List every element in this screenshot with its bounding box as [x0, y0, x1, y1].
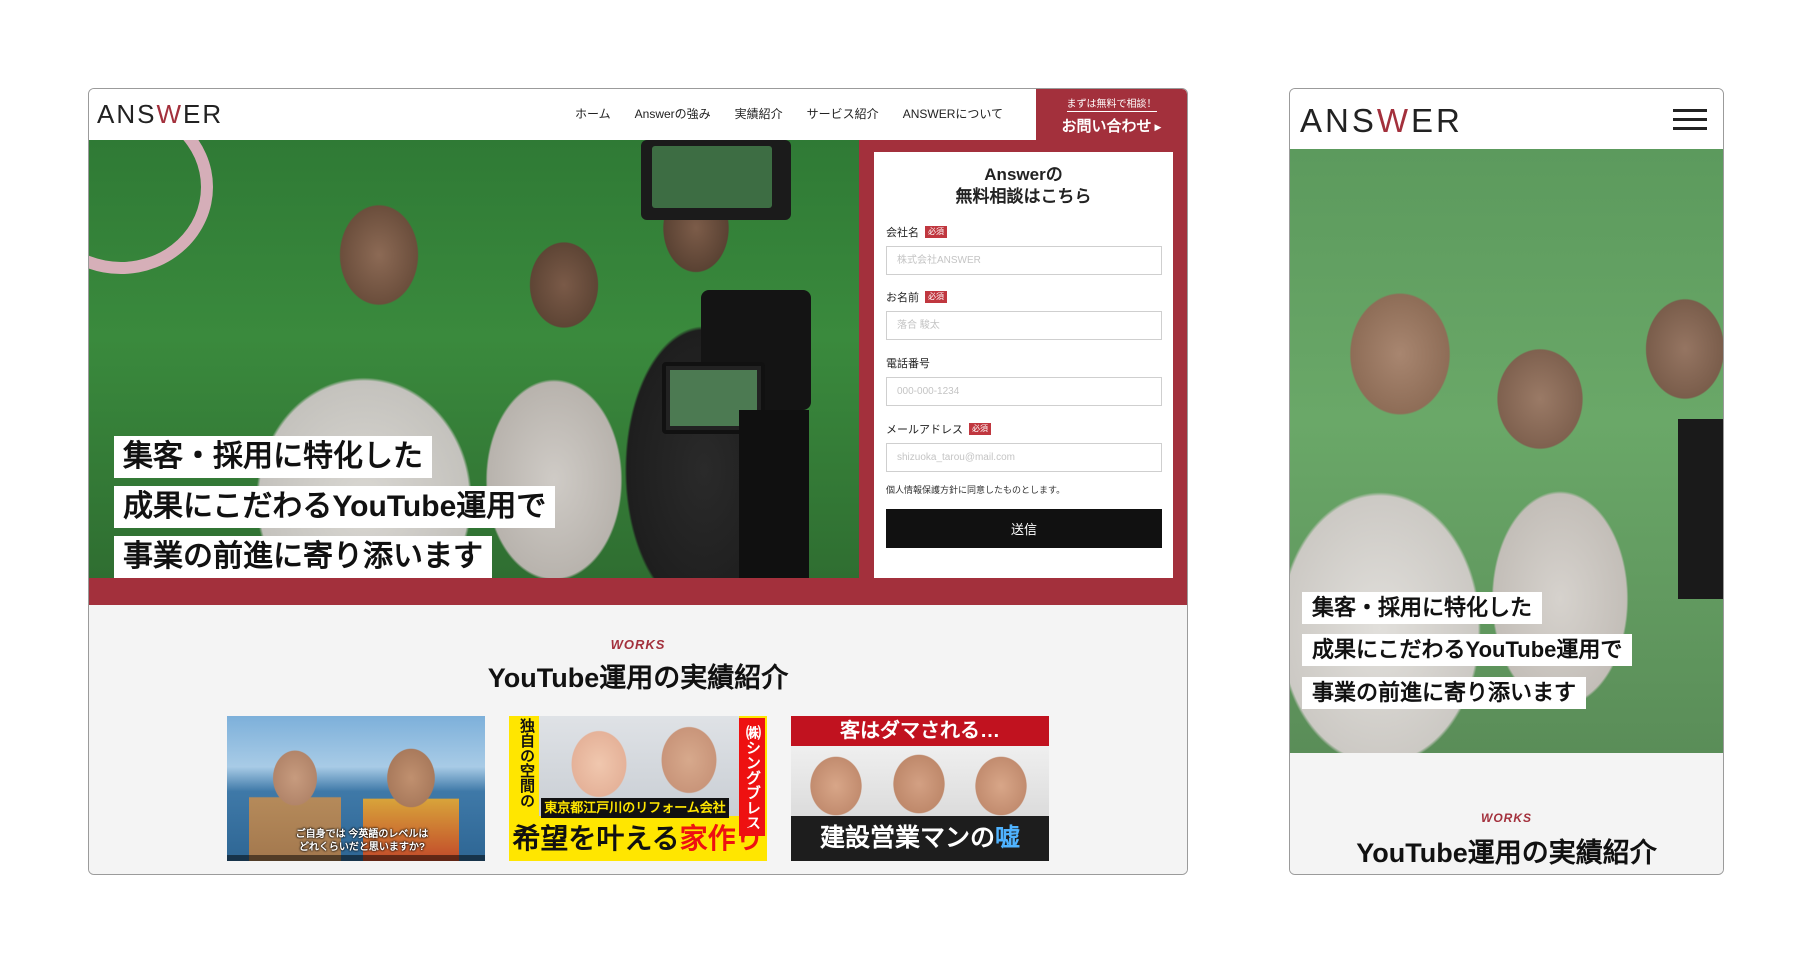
form-title-line2: 無料相談はこちら: [955, 187, 1092, 206]
contact-cta-button[interactable]: まずは無料で相談！ お問い合わせ ▶: [1036, 89, 1187, 140]
name-field-group: お名前 必須: [886, 290, 1162, 340]
thumbnail-caption: ご自身では 今英語のレベルは どれくらいだと思いますか?: [267, 828, 457, 854]
mobile-hero-tagline-2: 成果にこだわるYouTube運用で: [1302, 634, 1633, 666]
thumbnail-vertical-text-right: ㈱シングブレス: [739, 718, 765, 836]
work-thumbnail-1[interactable]: ご自身では 今英語のレベルは どれくらいだと思いますか?: [227, 716, 485, 861]
nav-works[interactable]: 実績紹介: [735, 105, 783, 122]
hamburger-menu-icon[interactable]: [1673, 109, 1707, 131]
hero-photo: 集客・採用に特化した 成果にこだわるYouTube運用で 事業の前進に寄り添いま…: [89, 140, 859, 578]
cta-label: お問い合わせ: [1061, 118, 1152, 135]
company-label-text: 会社名: [886, 227, 919, 239]
main-nav: ホーム Answerの強み 実績紹介 サービス紹介 ANSWERについて: [575, 105, 1003, 122]
hero-tagline-1: 集客・採用に特化した: [114, 436, 432, 478]
submit-button[interactable]: 送信: [886, 509, 1162, 548]
desktop-preview: ANS W ER ホーム Answerの強み 実績紹介 サービス紹介 ANSWERに…: [88, 88, 1188, 875]
hero-tagline-2: 成果にこだわるYouTube運用で: [114, 486, 556, 528]
logo-text-end: ER: [183, 98, 224, 129]
nav-home[interactable]: ホーム: [575, 105, 611, 122]
site-header: ANS W ER ホーム Answerの強み 実績紹介 サービス紹介 ANSWERに…: [89, 89, 1187, 140]
thumbnail-headline: 希望を叶える家作り: [509, 820, 767, 858]
mobile-hero-tagline-1: 集客・採用に特化した: [1302, 592, 1543, 624]
hero-tagline-3: 事業の前進に寄り添います: [114, 536, 492, 578]
mobile-hero-photo: 集客・採用に特化した 成果にこだわるYouTube運用で 事業の前進に寄り添いま…: [1290, 149, 1723, 753]
required-badge: 必須: [925, 291, 947, 303]
headline-part-3: 家作り: [679, 823, 764, 854]
email-field-group: メールアドレス 必須: [886, 422, 1162, 472]
work-thumbnail-3[interactable]: 客はダマされる… 建設営業マンの嘘: [791, 716, 1049, 861]
email-label: メールアドレス 必須: [886, 422, 1162, 436]
nav-services[interactable]: サービス紹介: [807, 105, 879, 122]
works-label: WORKS: [610, 637, 666, 652]
mobile-header: ANSWER: [1290, 89, 1723, 149]
mobile-works-label: WORKS: [1481, 811, 1532, 825]
mobile-preview: ANSWER 集客・採用に特化した 成果にこだわるYouTube運用で 事業の前…: [1289, 88, 1724, 875]
company-input[interactable]: [886, 246, 1162, 275]
work-thumbnail-2[interactable]: 独自の空間の見せ方 ㈱シングブレス 東京都江戸川のリフォーム会社 希望を叶える家…: [509, 716, 767, 861]
thumbnail-headline: 建設営業マンの嘘: [791, 816, 1049, 861]
camera-edge: [1678, 419, 1723, 599]
required-badge: 必須: [969, 423, 991, 435]
mobile-hero-tagline-3: 事業の前進に寄り添います: [1302, 677, 1587, 709]
cta-subtext: まずは無料で相談！: [1066, 95, 1157, 112]
phone-input[interactable]: [886, 377, 1162, 406]
video-control-bar: [227, 855, 485, 861]
nav-about[interactable]: ANSWERについて: [903, 105, 1003, 122]
logo-text-w: W: [1376, 102, 1412, 139]
required-badge: 必須: [925, 226, 947, 238]
email-label-text: メールアドレス: [886, 424, 963, 436]
company-field-group: 会社名 必須: [886, 225, 1162, 275]
thumbnail-vertical-text-left: 独自の空間の見せ方: [518, 718, 535, 808]
thumbnail-photo: [791, 746, 1049, 826]
mobile-site-logo[interactable]: ANSWER: [1300, 102, 1463, 140]
cta-arrow-icon: ▶: [1154, 121, 1162, 132]
logo-text-w: W: [156, 98, 184, 129]
site-logo[interactable]: ANS W ER: [97, 99, 223, 129]
works-section: WORKS YouTube運用の実績紹介 ご自身では 今英語のレベルは どれくら…: [89, 605, 1187, 874]
caption-line-1: ご自身では 今英語のレベルは: [295, 829, 429, 840]
phone-field-group: 電話番号: [886, 356, 1162, 406]
form-title: Answerの 無料相談はこちら: [874, 164, 1173, 208]
phone-label-text: 電話番号: [886, 358, 930, 370]
thumbnail-banner: 客はダマされる…: [791, 716, 1049, 746]
name-label: お名前 必須: [886, 290, 1162, 304]
headline-part-2: 叶える: [596, 823, 680, 854]
phone-label: 電話番号: [886, 356, 1162, 370]
consultation-form: Answerの 無料相談はこちら 会社名必須 お名前必須 電話番号 メールアドレ…: [874, 152, 1173, 578]
headline-part-1: 希望を: [512, 823, 597, 854]
ring-light: [89, 140, 213, 274]
headline-part-2: 嘘: [995, 824, 1021, 852]
logo-text-start: ANS: [97, 98, 157, 129]
thumbnail-subtitle: 東京都江戸川のリフォーム会社: [541, 798, 729, 818]
form-title-line1: Answerの: [984, 165, 1063, 184]
name-input[interactable]: [886, 311, 1162, 340]
email-input[interactable]: [886, 443, 1162, 472]
mobile-works-title: YouTube運用の実績紹介: [1356, 838, 1657, 868]
logo-text-start: ANS: [1300, 102, 1377, 139]
headline-part-1: 建設営業マンの: [819, 824, 995, 852]
company-label: 会社名 必須: [886, 225, 1162, 239]
name-label-text: お名前: [886, 292, 919, 304]
logo-text-end: ER: [1411, 102, 1463, 139]
works-title: YouTube運用の実績紹介: [487, 663, 789, 693]
mobile-works-section: WORKS YouTube運用の実績紹介: [1290, 753, 1723, 874]
camera-screen: [652, 146, 772, 208]
nav-strengths[interactable]: Answerの強み: [635, 105, 711, 122]
tripod: [739, 410, 809, 578]
hero-section: 集客・採用に特化した 成果にこだわるYouTube運用で 事業の前進に寄り添いま…: [89, 140, 1187, 605]
caption-line-2: どれくらいだと思いますか?: [298, 842, 426, 853]
privacy-note: 個人情報保護方針に同意したものとします。: [886, 485, 1066, 495]
